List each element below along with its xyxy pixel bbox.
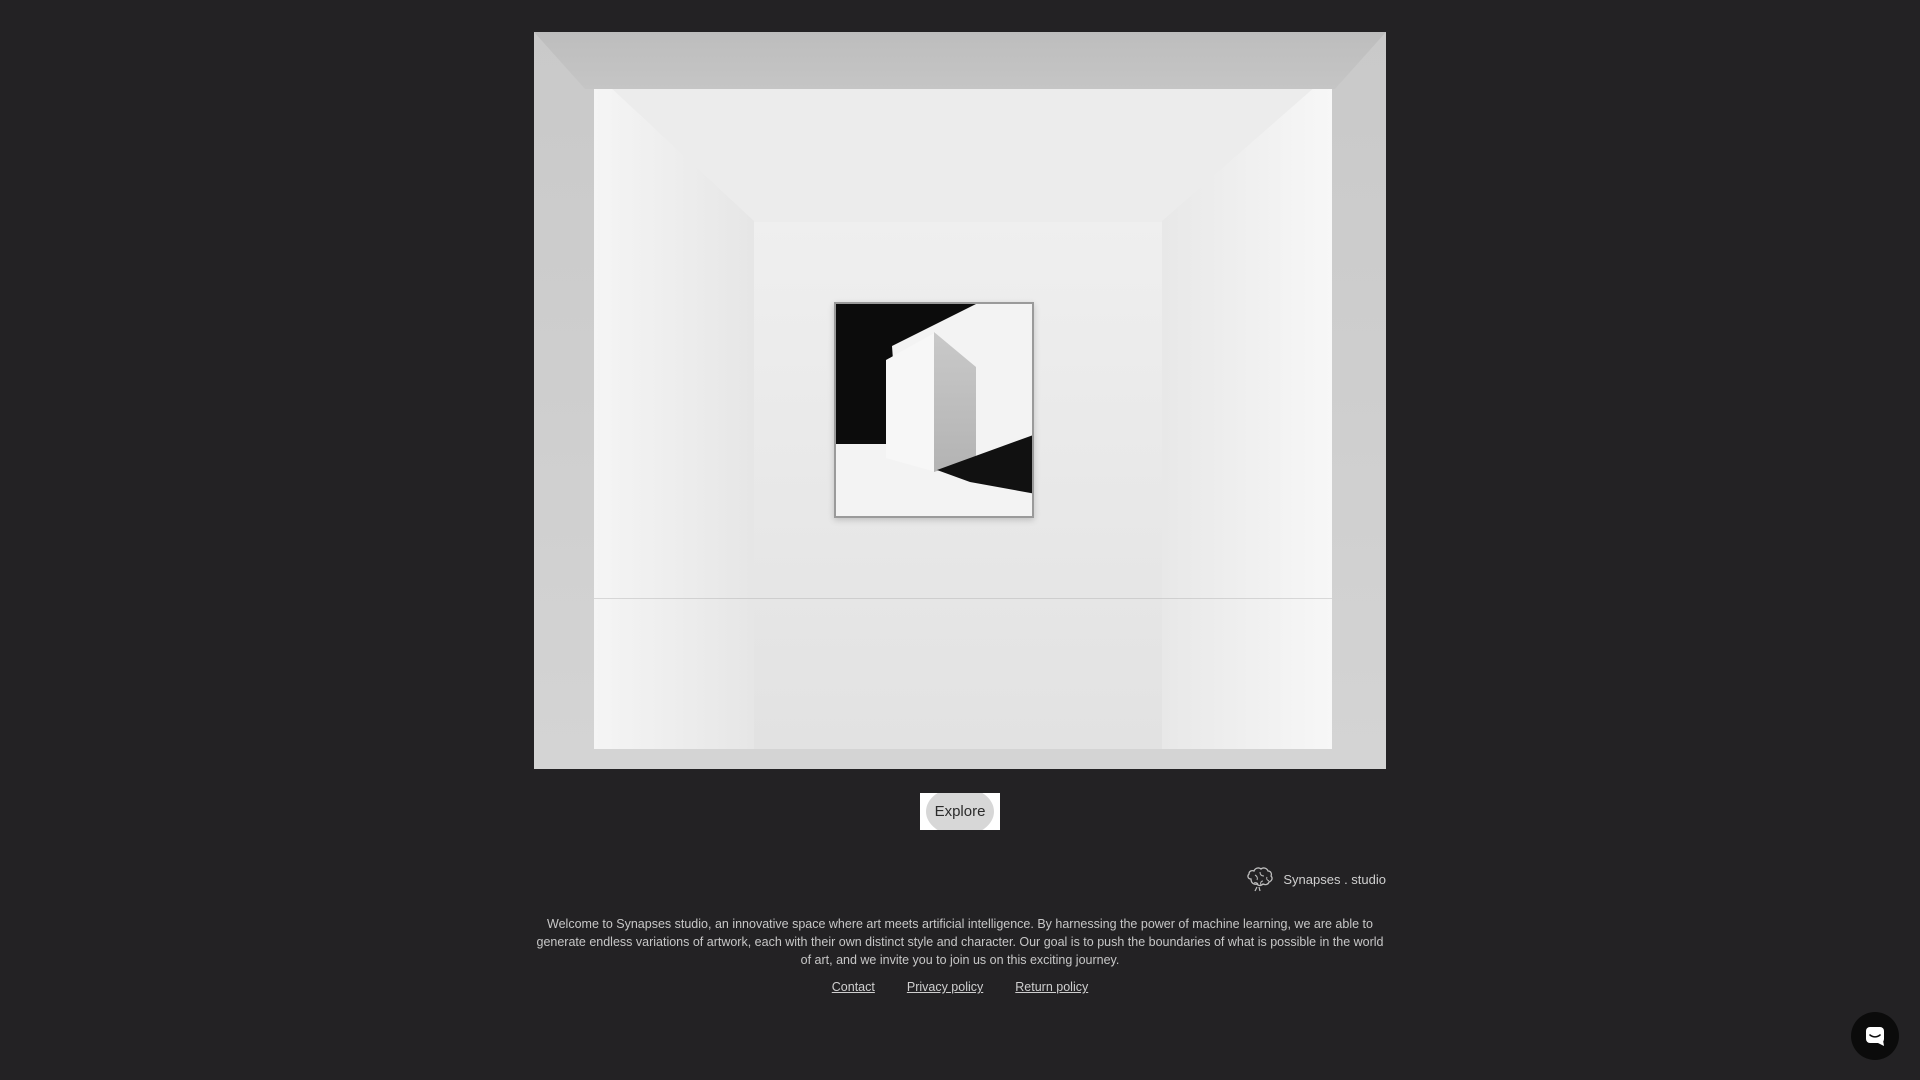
artwork-cube-side	[934, 332, 976, 472]
footer-links: Contact Privacy policy Return policy	[534, 980, 1386, 994]
chat-launcher-button[interactable]	[1851, 1012, 1899, 1060]
brain-icon	[1247, 867, 1274, 892]
hero-image	[534, 32, 1386, 769]
page: Explore Synapses . studio Welcome to Syn…	[0, 0, 1920, 1080]
explore-button-label: Explore	[934, 803, 986, 820]
site-description: Welcome to Synapses studio, an innovativ…	[536, 916, 1384, 967]
floor-line	[594, 598, 1332, 599]
explore-button[interactable]: Explore	[920, 793, 1000, 830]
right-wall	[1162, 72, 1332, 749]
brand-name: Synapses . studio	[1283, 871, 1386, 887]
left-wall	[594, 72, 754, 749]
return-policy-link[interactable]: Return policy	[1015, 980, 1088, 994]
framed-artwork	[834, 302, 1034, 518]
artwork-cube-front	[886, 332, 936, 472]
contact-link[interactable]: Contact	[832, 980, 875, 994]
privacy-policy-link[interactable]: Privacy policy	[907, 980, 983, 994]
chat-icon	[1866, 1027, 1884, 1046]
brand: Synapses . studio	[1245, 865, 1386, 893]
